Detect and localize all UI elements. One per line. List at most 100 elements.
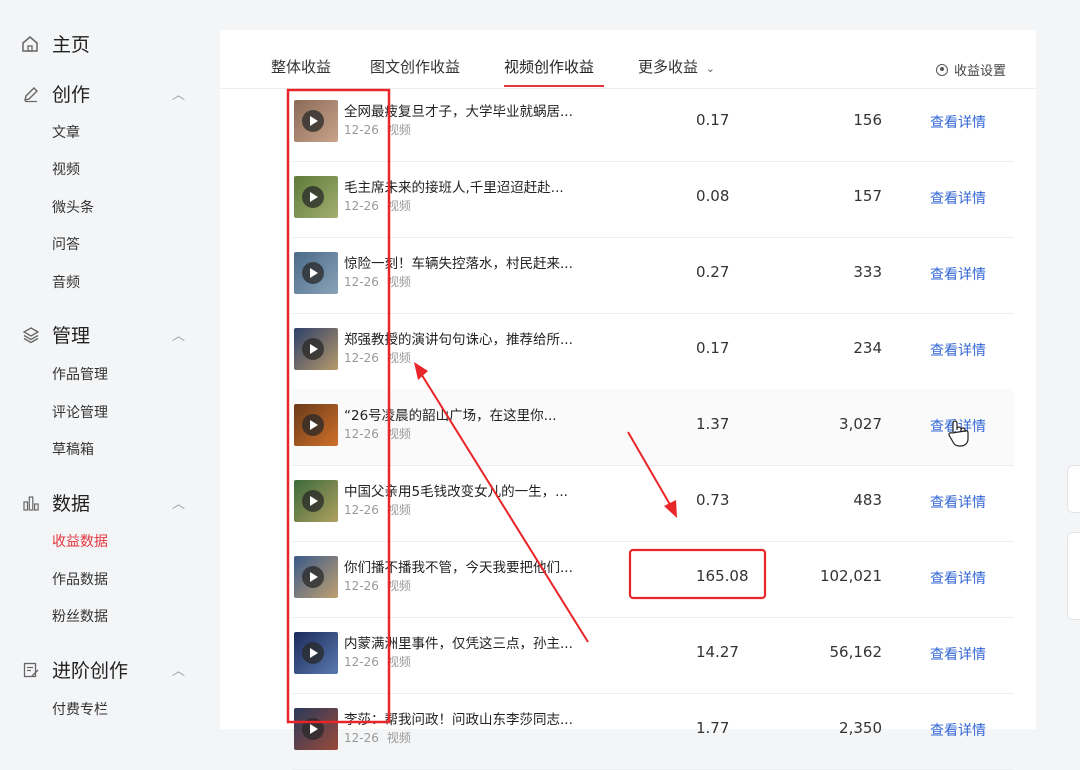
sidebar-item-works[interactable]: 作品管理 xyxy=(52,364,108,384)
video-title[interactable]: 全网最疲复旦才子，大学毕业就蜗居... xyxy=(344,100,573,120)
sidebar-item-drafts[interactable]: 草稿箱 xyxy=(52,439,94,459)
video-type: 视频 xyxy=(386,275,411,289)
video-type: 视频 xyxy=(386,731,411,745)
video-meta: 12-26 视频 xyxy=(344,425,419,442)
nav-group-manage[interactable]: 管理 ︿ xyxy=(20,321,185,348)
view-details-link[interactable]: 查看详情 xyxy=(930,188,986,208)
nav-group-data-label: 数据 xyxy=(52,493,91,515)
play-count: 3,027 xyxy=(839,415,882,433)
table-row: 内蒙满洲里事件，仅凭这三点，孙主... 12-26 视频 14.27 56,162 查看详… xyxy=(292,617,1014,694)
video-title[interactable]: 中国父亲用5毛钱改变女儿的一生，... xyxy=(344,480,568,500)
video-meta: 12-26 视频 xyxy=(344,197,419,214)
view-details-link[interactable]: 查看详情 xyxy=(930,112,986,132)
sidebar-item-qa[interactable]: 问答 xyxy=(52,234,80,254)
sidebar-item-video[interactable]: 视频 xyxy=(52,159,80,179)
video-thumbnail[interactable] xyxy=(294,480,338,522)
view-details-link[interactable]: 查看详情 xyxy=(930,416,986,436)
sidebar-item-weitoutiao[interactable]: 微头条 xyxy=(52,197,94,217)
income-value: 14.27 xyxy=(696,643,739,661)
play-count: 234 xyxy=(853,339,882,357)
income-tabs: 整体收益 图文创作收益 视频创作收益 更多收益 ⌄ 收益设置 xyxy=(220,30,1036,89)
sidebar-item-article[interactable]: 文章 xyxy=(52,122,80,142)
table-row: 中国父亲用5毛钱改变女儿的一生，... 12-26 视频 0.73 483 查看详情 xyxy=(292,465,1014,542)
sidebar-item-comments[interactable]: 评论管理 xyxy=(52,402,108,422)
nav-group-create[interactable]: 创作 ︿ xyxy=(20,80,185,107)
video-title[interactable]: 郑强教授的演讲句句诛心，推荐给所... xyxy=(344,328,573,348)
income-settings-button[interactable]: 收益设置 xyxy=(936,60,1006,79)
video-title[interactable]: 内蒙满洲里事件，仅凭这三点，孙主... xyxy=(344,632,573,652)
video-date: 12-26 xyxy=(344,123,379,137)
side-tab-handle[interactable] xyxy=(1067,465,1080,513)
play-count: 102,021 xyxy=(819,567,882,585)
video-type: 视频 xyxy=(386,351,411,365)
video-meta: 12-26 视频 xyxy=(344,577,419,594)
sidebar-item-works-data[interactable]: 作品数据 xyxy=(52,569,108,589)
video-thumbnail[interactable] xyxy=(294,176,338,218)
play-icon xyxy=(302,186,324,208)
view-details-link[interactable]: 查看详情 xyxy=(930,644,986,664)
income-value: 1.37 xyxy=(696,415,730,433)
play-count: 2,350 xyxy=(839,719,882,737)
tab-more-income-label: 更多收益 xyxy=(638,58,699,76)
video-thumbnail[interactable] xyxy=(294,100,338,142)
play-count: 156 xyxy=(853,111,882,129)
view-details-link[interactable]: 查看详情 xyxy=(930,492,986,512)
video-type: 视频 xyxy=(386,199,411,213)
income-value: 0.17 xyxy=(696,339,730,357)
video-title[interactable]: 毛主席未来的接班人,千里迢迢赶赴... xyxy=(344,176,564,196)
play-icon xyxy=(302,490,324,512)
nav-group-advanced-label: 进阶创作 xyxy=(52,660,129,682)
video-meta: 12-26 视频 xyxy=(344,729,419,746)
chevron-up-icon[interactable]: ︿ xyxy=(172,660,185,679)
table-row: 全网最疲复旦才子，大学毕业就蜗居... 12-26 视频 0.17 156 查看详情 xyxy=(292,85,1014,162)
sidebar-item-audio[interactable]: 音频 xyxy=(52,272,80,292)
video-title[interactable]: 惊险一刻！车辆失控落水，村民赶来... xyxy=(344,252,573,272)
nav-home[interactable]: 主页 xyxy=(20,30,90,57)
tab-article-income[interactable]: 图文创作收益 xyxy=(370,56,460,77)
play-icon xyxy=(302,338,324,360)
tab-overall-income[interactable]: 整体收益 xyxy=(271,56,331,77)
video-meta: 12-26 视频 xyxy=(344,501,419,518)
video-thumbnail[interactable] xyxy=(294,708,338,750)
video-date: 12-26 xyxy=(344,199,379,213)
video-thumbnail[interactable] xyxy=(294,252,338,294)
view-details-link[interactable]: 查看详情 xyxy=(930,340,986,360)
video-title[interactable]: “26号凌晨的韶山广场，在这里你... xyxy=(344,404,557,424)
video-date: 12-26 xyxy=(344,503,379,517)
video-meta: 12-26 视频 xyxy=(344,121,419,138)
sidebar-item-fans-data[interactable]: 粉丝数据 xyxy=(52,606,108,626)
nav-group-advanced[interactable]: 进阶创作 ︿ xyxy=(20,656,185,683)
layers-icon xyxy=(20,324,42,346)
video-title[interactable]: 李莎：帮我问政！问政山东李莎同志... xyxy=(344,708,573,728)
tab-more-income[interactable]: 更多收益 ⌄ xyxy=(638,56,715,77)
sidebar-item-income-data[interactable]: 收益数据 xyxy=(52,531,108,551)
play-count: 157 xyxy=(853,187,882,205)
chevron-up-icon[interactable]: ︿ xyxy=(172,325,185,344)
video-thumbnail[interactable] xyxy=(294,556,338,598)
view-details-link[interactable]: 查看详情 xyxy=(930,720,986,740)
income-value: 0.27 xyxy=(696,263,730,281)
video-thumbnail[interactable] xyxy=(294,632,338,674)
chevron-up-icon[interactable]: ︿ xyxy=(172,493,185,512)
tab-video-income[interactable]: 视频创作收益 xyxy=(504,56,594,77)
video-date: 12-26 xyxy=(344,655,379,669)
nav-group-manage-label: 管理 xyxy=(52,325,91,347)
home-icon xyxy=(22,35,38,52)
view-details-link[interactable]: 查看详情 xyxy=(930,264,986,284)
sidebar: 主页 创作 ︿ 文章 视频 微头条 问答 音频 管理 ︿ 作品管理 评论管理 草… xyxy=(0,0,205,729)
video-thumbnail[interactable] xyxy=(294,328,338,370)
video-type: 视频 xyxy=(386,579,411,593)
income-value: 1.77 xyxy=(696,719,730,737)
play-icon xyxy=(302,642,324,664)
income-panel: 整体收益 图文创作收益 视频创作收益 更多收益 ⌄ 收益设置 全网最疲复旦才子，… xyxy=(220,30,1036,770)
nav-group-data[interactable]: 数据 ︿ xyxy=(20,489,185,516)
table-row: 毛主席未来的接班人,千里迢迢赶赴... 12-26 视频 0.08 157 查看详情 xyxy=(292,161,1014,238)
income-settings-label: 收益设置 xyxy=(954,64,1007,79)
side-tab-handle[interactable] xyxy=(1067,532,1080,620)
view-details-link[interactable]: 查看详情 xyxy=(930,568,986,588)
chevron-up-icon[interactable]: ︿ xyxy=(172,84,185,103)
video-title[interactable]: 你们播不播我不管，今天我要把他们... xyxy=(344,556,573,576)
sidebar-item-paid-column[interactable]: 付费专栏 xyxy=(52,699,108,719)
video-thumbnail[interactable] xyxy=(294,404,338,446)
play-count: 483 xyxy=(853,491,882,509)
